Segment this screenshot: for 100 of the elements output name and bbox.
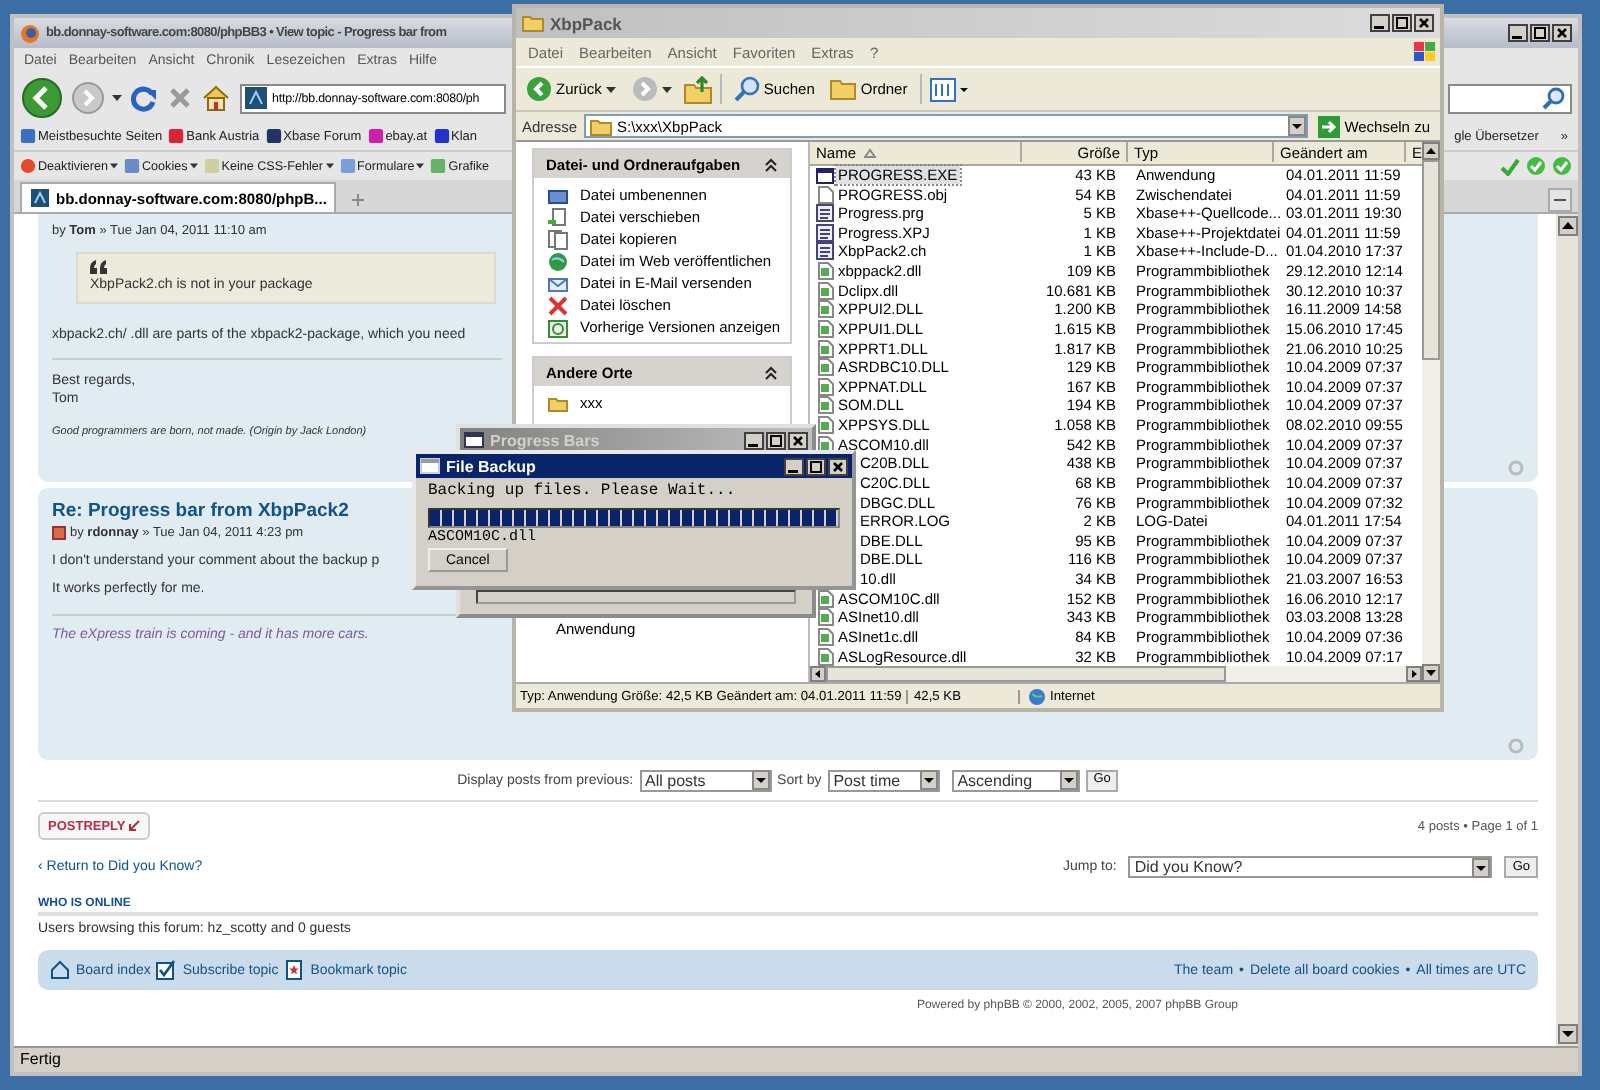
minimize-button[interactable] [784, 457, 804, 475]
status-message: Backing up files. Please Wait... [428, 482, 738, 500]
tool-icon [203, 158, 220, 174]
post-icon [52, 526, 66, 540]
bookmark-icon [367, 128, 384, 144]
folder-icon [522, 14, 544, 32]
document-icon [816, 358, 834, 377]
close-button[interactable] [788, 431, 808, 449]
document-icon [816, 435, 834, 454]
window-icon [548, 185, 568, 205]
folder-icon [589, 117, 612, 135]
document-icon [816, 204, 834, 223]
maximize-button[interactable] [1530, 24, 1550, 42]
document-icon [816, 242, 834, 261]
view-options-button[interactable] [929, 77, 970, 101]
close-button[interactable] [1414, 14, 1434, 32]
star-page-icon [284, 960, 305, 980]
windows-flag-icon [1408, 40, 1440, 64]
folder-icon [830, 78, 857, 100]
app-icon [420, 458, 440, 474]
checkmark-icon [1500, 157, 1520, 175]
checkbox-icon [156, 960, 177, 980]
document-icon [816, 300, 834, 319]
check-circle-icon [1526, 156, 1546, 176]
globe-icon [548, 251, 568, 271]
document-icon [816, 627, 834, 646]
close-button[interactable] [828, 457, 848, 475]
search-icon [1542, 86, 1566, 110]
scrollbar[interactable] [810, 666, 1422, 682]
reload-button[interactable] [130, 84, 158, 112]
caret-icon [605, 85, 616, 93]
back-button[interactable] [20, 78, 64, 118]
document-icon [548, 207, 568, 227]
document-icon [816, 416, 834, 435]
window-title: File Backup [446, 457, 536, 475]
caret-icon [661, 85, 672, 93]
tab-list-button[interactable] [1548, 188, 1572, 212]
scroll-left-icon[interactable] [810, 666, 826, 682]
search-icon [733, 76, 760, 102]
document-icon [816, 223, 834, 242]
document-icon [816, 377, 834, 396]
forward-button[interactable] [627, 76, 676, 102]
document-icon [816, 281, 834, 300]
close-button[interactable] [1552, 24, 1572, 42]
range-select[interactable]: All posts [639, 769, 772, 791]
minimize-button[interactable] [744, 431, 764, 449]
search-field[interactable] [1448, 83, 1572, 113]
copy-icon [548, 229, 568, 249]
document-icon [816, 647, 834, 666]
sort-select[interactable]: Post time [827, 769, 940, 791]
site-icon [244, 86, 268, 110]
scroll-down-icon[interactable] [1422, 664, 1440, 682]
caret-icon [416, 158, 425, 174]
home-button[interactable] [202, 84, 230, 112]
document-icon [816, 262, 834, 281]
document-icon [816, 589, 834, 608]
scroll-right-icon[interactable] [1406, 666, 1422, 682]
scroll-down-icon[interactable] [1557, 1024, 1577, 1044]
cross-icon [548, 295, 568, 315]
post-title-link[interactable]: Re: Progress bar from XbpPack2 [52, 500, 349, 522]
scroll-up-icon[interactable] [1422, 142, 1440, 160]
folder-icon [548, 393, 568, 413]
tool-icon [430, 158, 447, 174]
caret-icon [189, 158, 198, 174]
minimize-button[interactable] [1370, 14, 1390, 32]
window-icon [816, 165, 834, 184]
maximize-button[interactable] [1392, 14, 1412, 32]
tool-icon [124, 158, 140, 174]
collapse-icon[interactable] [764, 157, 778, 171]
document-icon [816, 339, 834, 358]
globe-icon [1028, 687, 1046, 705]
forum-select[interactable]: Did you Know? [1128, 856, 1493, 878]
globe-icon [20, 23, 40, 43]
collapse-icon[interactable] [764, 365, 778, 379]
envelope-icon [548, 273, 568, 293]
scroll-up-icon[interactable] [1557, 216, 1577, 236]
app-icon [464, 432, 484, 448]
document-icon [816, 185, 834, 204]
bookmark-icon [265, 128, 282, 144]
bookmark-icon [433, 128, 450, 144]
check-circle-icon [1552, 156, 1572, 176]
status-bar: Fertig [14, 1046, 1578, 1072]
scrollbar[interactable] [1422, 142, 1440, 682]
quote-icon [90, 260, 108, 274]
document-icon [816, 319, 834, 338]
site-icon [30, 188, 50, 208]
home-icon [50, 960, 70, 980]
document-icon [816, 396, 834, 415]
window-title: XbpPack [550, 13, 622, 33]
bookmark-icon [168, 128, 185, 144]
order-select[interactable]: Ascending [951, 769, 1080, 791]
document-icon [816, 608, 834, 627]
sort-arrow-icon [864, 147, 877, 158]
minimize-button[interactable] [1508, 24, 1528, 42]
folder-up-button[interactable] [683, 75, 712, 103]
scrollbar[interactable] [1556, 214, 1578, 1046]
tool-icon [339, 158, 355, 174]
tool-icon [20, 158, 36, 174]
arrow-icon [127, 820, 140, 832]
bookmark-icon [20, 128, 36, 144]
